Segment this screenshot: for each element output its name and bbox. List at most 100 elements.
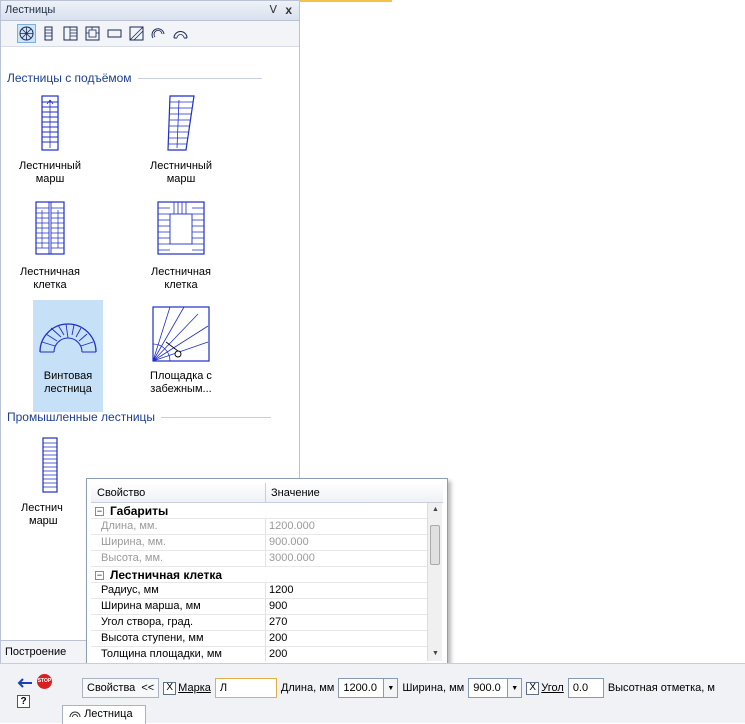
stair-tab-icon (69, 711, 81, 718)
window-accent-strip (300, 0, 392, 2)
row-value[interactable]: 270 (269, 616, 287, 628)
tile-industrial-flight[interactable]: Лестнич марш (15, 430, 85, 542)
group-label: Габариты (110, 504, 169, 518)
properties-toggle-button[interactable]: Свойства << (82, 678, 160, 698)
tile-stair-cell-2[interactable]: Лестничная клетка (146, 194, 216, 306)
winder-landing-icon (152, 306, 210, 362)
scroll-thumb[interactable] (430, 525, 440, 565)
grid-row[interactable]: Угол створа, град. 270 (91, 615, 427, 631)
stair-cell-icon[interactable] (83, 24, 102, 43)
close-icon[interactable]: x (285, 1, 292, 20)
tile-label: Лестничный марш (19, 160, 81, 185)
help-icon[interactable]: ? (17, 695, 30, 708)
grid-row[interactable]: Ширина марша, мм 900 (91, 599, 427, 615)
spiral-stair-tile-icon (39, 323, 97, 353)
group-stair-cell[interactable]: − Лестничная клетка (91, 567, 427, 583)
tile-label-line1: Лестнич (21, 502, 63, 514)
tile-stair-flight-1[interactable]: Лестничный марш (15, 88, 85, 200)
width-label: Ширина, мм (402, 682, 465, 694)
group-label: Лестничная клетка (110, 568, 223, 582)
grid-row: Ширина, мм. 900.000 (91, 535, 427, 551)
rectangle-icon[interactable] (105, 24, 124, 43)
grid-row[interactable]: Толщина площадки, мм 200 (91, 647, 427, 661)
grid-row: Длина, мм. 1200.000 (91, 519, 427, 535)
slanted-square-icon[interactable] (127, 24, 146, 43)
row-value: 1200.000 (269, 520, 315, 532)
tile-stair-flight-2[interactable]: Лестничный марш (146, 88, 216, 200)
tile-label: Лестничная клетка (151, 266, 211, 291)
marka-input[interactable]: Л (214, 678, 277, 698)
pin-icon[interactable]: 𝖵 (269, 1, 277, 20)
tapered-flight-icon (167, 95, 195, 151)
tile-label: Винтовая лестница (43, 370, 93, 395)
width-input[interactable]: 900.0 (468, 678, 509, 698)
section-lifting-stairs: Лестницы с подъёмом (7, 70, 262, 86)
group-dimensions[interactable]: − Габариты (91, 503, 427, 519)
tile-winder-landing[interactable]: Площадка с забежным... (146, 300, 216, 412)
properties-popup: Свойство Значение − Габариты Длина, мм. 1… (86, 478, 448, 664)
row-name: Высота, мм. (101, 552, 164, 564)
col-value[interactable]: Значение (271, 487, 320, 499)
grid-scrollbar[interactable]: ▲ ▼ (427, 503, 442, 661)
scroll-down-icon[interactable]: ▼ (428, 647, 443, 661)
spiral-stair-icon[interactable] (17, 24, 36, 43)
row-name: Радиус, мм (101, 584, 159, 596)
section-divider (137, 77, 262, 79)
grid-row: Высота, мм. 3000.000 (91, 551, 427, 567)
property-grid: − Габариты Длина, мм. 1200.000 Ширина, мм… (91, 503, 427, 661)
enter-arrow-icon[interactable] (17, 678, 33, 688)
row-value: 3000.000 (269, 552, 315, 564)
tile-stair-cell-1[interactable]: Лестничная клетка (15, 194, 85, 306)
section-industrial-stairs: Промышленные лестницы (7, 409, 272, 425)
chevron-down-icon[interactable]: ▼ (508, 678, 523, 698)
property-controls: Свойства << X Марка Л Длина, мм 1200.0 ▼… (82, 677, 719, 699)
angle-label[interactable]: Угол (541, 682, 564, 694)
height-mark-label: Высотная отметка, м (607, 682, 715, 694)
tile-label: Лестничный марш (150, 160, 212, 185)
column-divider[interactable] (265, 483, 266, 503)
row-value[interactable]: 200 (269, 632, 287, 644)
tile-label: Лестнич марш (15, 502, 85, 528)
grid-row[interactable]: Высота ступени, мм 200 (91, 631, 427, 647)
collapse-icon[interactable]: − (95, 571, 104, 581)
length-input[interactable]: 1200.0 (338, 678, 385, 698)
stop-icon[interactable]: STOP (37, 674, 52, 689)
doc-tab-label: Лестница (84, 708, 133, 720)
stair-cell-wide-icon (157, 201, 205, 255)
row-value: 900.000 (269, 536, 309, 548)
marka-checkbox[interactable]: X (163, 681, 177, 695)
row-value[interactable]: 900 (269, 600, 287, 612)
row-name: Угол створа, град. (101, 616, 194, 628)
stair-landing-icon[interactable] (61, 24, 80, 43)
scroll-up-icon[interactable]: ▲ (428, 503, 443, 517)
grid-row[interactable]: Радиус, мм 1200 (91, 583, 427, 599)
section-industrial-label: Промышленные лестницы (7, 410, 156, 424)
tile-label: Лестничная клетка (20, 266, 80, 291)
tab-stair-document[interactable]: Лестница (62, 705, 146, 724)
row-value[interactable]: 1200 (269, 584, 293, 596)
straight-flight-icon (41, 95, 59, 151)
col-property[interactable]: Свойство (97, 487, 145, 499)
collapse-icon[interactable]: − (95, 507, 104, 517)
stairs-toolbar (1, 21, 299, 47)
row-name: Ширина, мм. (101, 536, 166, 548)
row-name: Высота ступени, мм (101, 632, 204, 644)
panel-title: Лестницы (5, 4, 56, 16)
tile-label: Площадка с забежным... (150, 370, 212, 395)
row-name: Толщина площадки, мм (101, 648, 222, 660)
collapse-label: << (141, 682, 155, 694)
length-combo[interactable]: 1200.0 ▼ (338, 678, 399, 698)
spiral-arrow-icon[interactable] (149, 24, 168, 43)
angle-checkbox[interactable]: X (526, 681, 540, 695)
arc-icon[interactable] (171, 24, 190, 43)
tile-spiral-stair[interactable]: Винтовая лестница (33, 300, 103, 412)
straight-stair-icon[interactable] (39, 24, 58, 43)
row-value[interactable]: 200 (269, 648, 287, 660)
chevron-down-icon[interactable]: ▼ (384, 678, 399, 698)
marka-label[interactable]: Марка (178, 682, 211, 694)
property-bar: STOP ? Свойства << X Марка Л Длина, мм 1… (0, 663, 745, 724)
angle-input[interactable]: 0.0 (567, 678, 604, 698)
width-combo[interactable]: 900.0 ▼ (468, 678, 523, 698)
stair-cell-narrow-icon (35, 201, 65, 255)
grid-header: Свойство Значение (91, 483, 443, 503)
